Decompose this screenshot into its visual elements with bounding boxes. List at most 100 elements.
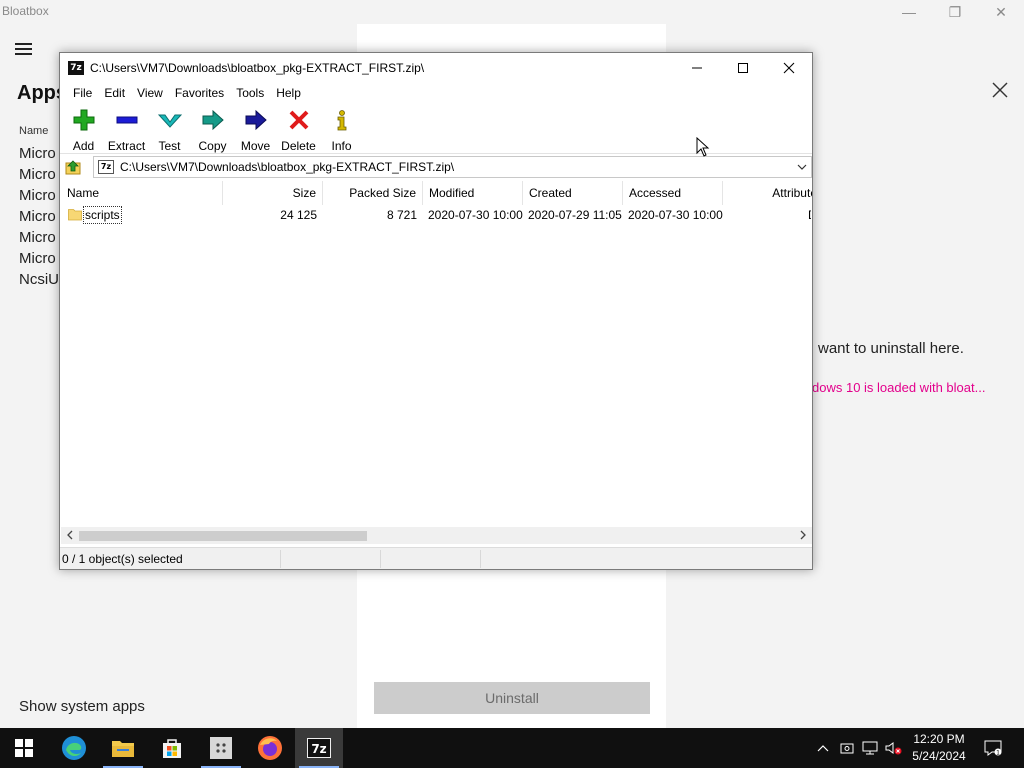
file-list: Name Size Packed Size Modified Created A… bbox=[61, 181, 812, 526]
list-item[interactable]: Micro bbox=[19, 206, 59, 227]
file-name[interactable]: scripts bbox=[83, 206, 122, 224]
column-packed-size[interactable]: Packed Size bbox=[323, 181, 423, 205]
network-icon bbox=[862, 741, 878, 755]
menu-favorites[interactable]: Favorites bbox=[169, 83, 230, 103]
volume-muted-icon bbox=[885, 742, 902, 755]
taskbar-microsoft-store[interactable] bbox=[148, 728, 196, 768]
menu-tools[interactable]: Tools bbox=[230, 83, 270, 103]
copy-button[interactable]: Copy bbox=[191, 104, 234, 154]
clock-date: 5/24/2024 bbox=[912, 749, 966, 763]
test-label: Test bbox=[158, 139, 181, 153]
move-icon bbox=[244, 108, 268, 132]
file-attributes: D bbox=[808, 205, 811, 225]
menu-bar: File Edit View Favorites Tools Help bbox=[60, 83, 812, 103]
taskbar-firefox[interactable] bbox=[246, 728, 294, 768]
extract-icon bbox=[115, 108, 139, 132]
list-item[interactable]: Micro bbox=[19, 164, 59, 185]
list-item[interactable]: Micro bbox=[19, 248, 59, 269]
taskbar-bloatbox[interactable] bbox=[197, 728, 245, 768]
test-icon bbox=[157, 108, 182, 132]
menu-edit[interactable]: Edit bbox=[98, 83, 131, 103]
close-pane-icon[interactable] bbox=[990, 80, 1010, 100]
column-name[interactable]: Name bbox=[61, 181, 223, 205]
list-item[interactable]: Micro bbox=[19, 143, 59, 164]
extract-button[interactable]: Extract bbox=[105, 104, 148, 154]
maximize-button[interactable] bbox=[720, 53, 766, 83]
7zip-window-title: C:\Users\VM7\Downloads\bloatbox_pkg-EXTR… bbox=[90, 61, 425, 75]
taskbar-edge[interactable] bbox=[50, 728, 98, 768]
menu-file[interactable]: File bbox=[67, 83, 98, 103]
file-packed-size: 8 721 bbox=[386, 208, 417, 222]
scroll-right-icon[interactable] bbox=[798, 529, 808, 541]
list-item[interactable]: Micro bbox=[19, 227, 59, 248]
menu-help[interactable]: Help bbox=[270, 83, 307, 103]
bloatbox-title: Bloatbox bbox=[2, 4, 49, 18]
delete-button[interactable]: Delete bbox=[277, 104, 320, 154]
uninstall-button[interactable]: Uninstall bbox=[374, 682, 650, 714]
svg-text:1: 1 bbox=[996, 750, 1000, 757]
show-hidden-icons-button[interactable] bbox=[815, 728, 831, 768]
column-created[interactable]: Created bbox=[523, 181, 623, 205]
move-button[interactable]: Move bbox=[234, 104, 277, 154]
file-modified: 2020-07-30 10:00 bbox=[428, 208, 523, 222]
tray-network[interactable] bbox=[860, 728, 880, 768]
add-button[interactable]: Add bbox=[62, 104, 105, 154]
chevron-up-icon bbox=[817, 745, 829, 752]
address-bar: 7z C:\Users\VM7\Downloads\bloatbox_pkg-E… bbox=[60, 155, 812, 179]
horizontal-scrollbar[interactable] bbox=[61, 527, 812, 544]
minimize-button[interactable] bbox=[674, 53, 720, 83]
menu-view[interactable]: View bbox=[131, 83, 169, 103]
uninstall-hint-text: want to uninstall here. bbox=[818, 340, 964, 357]
archive-icon: 7z bbox=[98, 160, 114, 174]
file-accessed: 2020-07-30 10:00 bbox=[628, 208, 723, 222]
info-button[interactable]: Info bbox=[320, 104, 363, 154]
tray-meet-now[interactable] bbox=[838, 728, 856, 768]
address-input[interactable]: 7z C:\Users\VM7\Downloads\bloatbox_pkg-E… bbox=[93, 156, 812, 178]
notification-icon: 1 bbox=[984, 740, 1002, 756]
mouse-cursor-icon bbox=[696, 137, 710, 157]
close-icon bbox=[783, 62, 795, 74]
status-selection: 0 / 1 object(s) selected bbox=[62, 552, 183, 566]
delete-icon bbox=[287, 108, 311, 132]
clock[interactable]: 12:20 PM 5/24/2024 bbox=[906, 731, 972, 765]
table-row[interactable]: scripts 24 125 8 721 2020-07-30 10:00 20… bbox=[61, 205, 812, 225]
notification-center-button[interactable]: 1 bbox=[980, 728, 1006, 768]
copy-icon bbox=[201, 108, 225, 132]
scroll-left-icon[interactable] bbox=[65, 529, 75, 541]
taskbar-7zip[interactable]: 7z bbox=[295, 728, 343, 768]
up-folder-button[interactable] bbox=[60, 155, 86, 179]
windows-logo-icon bbox=[15, 739, 33, 757]
column-attributes[interactable]: Attribute bbox=[723, 181, 812, 205]
bloatbox-app-icon bbox=[210, 737, 232, 759]
bloatbox-close-button[interactable]: ✕ bbox=[978, 0, 1024, 24]
bloatbox-restore-button[interactable]: ❐ bbox=[932, 0, 978, 24]
file-list-header: Name Size Packed Size Modified Created A… bbox=[61, 181, 812, 205]
column-accessed[interactable]: Accessed bbox=[623, 181, 723, 205]
bloatbox-minimize-button[interactable]: — bbox=[886, 0, 932, 24]
close-button[interactable] bbox=[766, 53, 812, 83]
list-item[interactable]: Micro bbox=[19, 185, 59, 206]
show-system-apps-link[interactable]: Show system apps bbox=[19, 698, 145, 715]
list-item[interactable]: NcsiU bbox=[19, 269, 59, 290]
start-button[interactable] bbox=[0, 728, 48, 768]
move-label: Move bbox=[240, 139, 271, 153]
7zip-titlebar[interactable]: 7z C:\Users\VM7\Downloads\bloatbox_pkg-E… bbox=[60, 53, 812, 83]
copy-label: Copy bbox=[198, 139, 227, 153]
column-size[interactable]: Size bbox=[223, 181, 323, 205]
taskbar-file-explorer[interactable] bbox=[99, 728, 147, 768]
edge-icon bbox=[62, 736, 86, 760]
taskbar: 7z 12:20 PM 5/24/2024 1 bbox=[0, 728, 1024, 768]
info-link[interactable]: dows 10 is loaded with bloat... bbox=[812, 380, 985, 395]
test-button[interactable]: Test bbox=[148, 104, 191, 154]
scrollbar-thumb[interactable] bbox=[79, 531, 367, 541]
extract-label: Extract bbox=[107, 139, 146, 153]
file-created: 2020-07-29 11:05 bbox=[528, 208, 622, 222]
chevron-down-icon[interactable] bbox=[797, 162, 807, 172]
7zip-window: 7z C:\Users\VM7\Downloads\bloatbox_pkg-E… bbox=[59, 52, 813, 570]
file-size: 24 125 bbox=[280, 208, 317, 222]
hamburger-menu-icon[interactable] bbox=[15, 43, 32, 55]
microsoft-store-icon bbox=[163, 739, 181, 758]
tray-volume[interactable] bbox=[884, 728, 904, 768]
column-modified[interactable]: Modified bbox=[423, 181, 523, 205]
add-icon bbox=[72, 108, 96, 132]
